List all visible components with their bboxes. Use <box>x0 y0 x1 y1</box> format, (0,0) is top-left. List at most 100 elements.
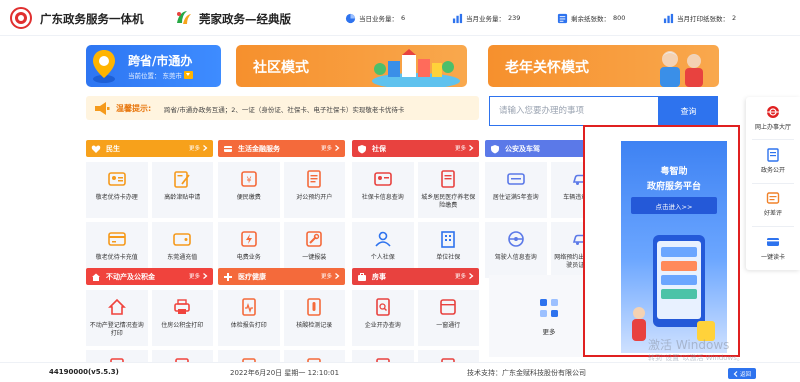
window-icon <box>440 299 457 315</box>
person-icon <box>375 231 391 247</box>
elderly-couple-illustration-icon <box>660 51 703 87</box>
card-icon <box>506 173 525 185</box>
edition-title: 莞家政务—经典版 <box>199 12 291 26</box>
rating-icon <box>766 192 780 204</box>
section-real-estate-fund-more[interactable]: 更多 <box>189 272 208 280</box>
report-icon <box>241 298 256 316</box>
version-label: 44190000(v5.5.3) <box>49 368 119 376</box>
yuezhizhu-ad-panel[interactable]: 粤智助 政府服务平台 点击进入>> <box>583 125 740 357</box>
top-bar: 广东政务服务一体机 莞家政务—经典版 当日业务量： 6 当月业务量： 239 剩余纸… <box>0 0 800 36</box>
medical-cross-icon <box>224 272 232 281</box>
elderly-mode-label: 老年关怀模式 <box>505 60 589 76</box>
section-medical-health-more[interactable]: 更多 <box>321 272 340 280</box>
pen-form-icon <box>174 171 190 188</box>
tips-label: 温馨提示: <box>116 104 152 113</box>
tile-utility-payment[interactable]: ¥ 便民缴费 <box>218 162 280 218</box>
shield-icon <box>358 144 366 153</box>
sidebar-divider <box>752 226 794 227</box>
card-icon <box>107 232 126 246</box>
tile-housing-fund-print[interactable]: 住房公积金打印 <box>151 290 213 346</box>
tile-senior-allowance[interactable]: 高龄津贴申请 <box>151 162 213 218</box>
tile-elderly-card-apply[interactable]: 敬老优待卡办理 <box>86 162 148 218</box>
section-life-finance-more[interactable]: 更多 <box>321 144 340 152</box>
bar-chart-icon <box>452 13 463 23</box>
pie-chart-icon <box>345 13 356 23</box>
current-location[interactable]: 当前位置： 东莞市 <box>128 70 193 80</box>
tile-social-card-query[interactable]: 社保卡信息查询 <box>352 162 414 218</box>
chevron-down-icon[interactable] <box>184 71 193 79</box>
tips-banner: 温馨提示: 跨省/市通办政务互通；2、一证（身份证、社保卡、电子社保卡）实现敬老… <box>86 96 479 120</box>
tile-corporate-account[interactable]: 对公预约开户 <box>283 162 345 218</box>
steering-wheel-icon <box>507 231 524 247</box>
back-button[interactable]: 返回 <box>728 368 756 379</box>
section-life-finance: 生活金融服务 更多 ¥ 便民缴费 对公预约开户 电费业务 一键报装 <box>218 140 345 278</box>
section-social-security-header: 社保 更多 <box>352 140 479 157</box>
document-search-icon <box>375 298 390 316</box>
svg-text:¥: ¥ <box>246 176 251 185</box>
shield-icon <box>491 144 499 153</box>
yuezhizhu-ad-graphic: 粤智助 政府服务平台 点击进入>> <box>621 141 727 353</box>
ad-enter-button[interactable]: 点击进入>> <box>631 197 717 214</box>
map-pin-icon <box>93 50 115 83</box>
tile-checkup-report[interactable]: 体检报告打印 <box>218 290 280 346</box>
bar-chart-icon <box>663 13 674 23</box>
section-medical-health-header: 医疗健康 更多 <box>218 268 345 285</box>
tile-property-registration[interactable]: 不动产登记情况查询打印 <box>86 290 148 346</box>
cross-city-service-card[interactable]: 跨省/市通办 当前位置： 东莞市 <box>86 45 221 87</box>
sidebar-item-online-hall[interactable]: 网上办事大厅 <box>746 99 800 137</box>
house-icon <box>92 273 100 281</box>
chevron-right-icon <box>469 145 474 151</box>
chevron-right-icon <box>335 273 340 279</box>
finance-icon <box>224 145 232 152</box>
section-life-finance-header: 生活金融服务 更多 <box>218 140 345 157</box>
bill-icon: ¥ <box>240 171 257 187</box>
section-business-affairs-more[interactable]: 更多 <box>455 272 474 280</box>
tile-one-window[interactable]: 一窗通行 <box>417 290 479 346</box>
section-livelihood: 民生 更多 敬老优待卡办理 高龄津贴申请 敬老优待卡充值 东莞通充值 <box>86 140 213 278</box>
community-illustration-icon <box>372 49 460 87</box>
tile-driver-info[interactable]: 驾驶人信息查询 <box>485 222 547 278</box>
megaphone-icon <box>95 102 110 115</box>
back-arrow-icon <box>733 370 738 377</box>
wallet-icon <box>173 233 192 246</box>
community-mode-card[interactable]: 社区模式 <box>236 45 467 87</box>
card-icon <box>767 238 779 246</box>
grid-icon <box>540 299 558 317</box>
search-button[interactable]: 查询 <box>659 96 718 126</box>
section-social-security-more[interactable]: 更多 <box>455 144 474 152</box>
ad-subtitle: 政府服务平台 <box>646 182 701 192</box>
tile-resident-insurance[interactable]: 城乡居民医疗养老保险缴费 <box>417 162 479 218</box>
section-livelihood-header: 民生 更多 <box>86 140 213 157</box>
printer-icon <box>174 299 191 314</box>
elderly-mode-card[interactable]: 老年关怀模式 <box>488 45 719 87</box>
wrench-icon <box>306 231 323 247</box>
globe-icon <box>767 106 779 118</box>
app-title: 广东政务服务一体机 <box>40 12 144 26</box>
search-input[interactable] <box>489 96 659 126</box>
stat-paper-remaining: 剩余纸张数： 800 <box>557 11 625 25</box>
stat-monthly-print: 当月打印纸张数： 2 <box>663 11 736 25</box>
briefcase-icon <box>358 272 366 281</box>
sidebar-item-gov-affairs[interactable]: 政务公开 <box>746 142 800 180</box>
right-sidebar: 网上办事大厅 政务公开 好差评 一键读卡 <box>746 97 800 270</box>
sidebar-item-read-card[interactable]: 一键读卡 <box>746 229 800 267</box>
tile-residence-permit[interactable]: 居住证满5年查询 <box>485 162 547 218</box>
heart-icon <box>91 144 101 153</box>
datetime-label: 2022年6月20日 星期一 12:10:01 <box>230 369 340 377</box>
phone-illustration-icon <box>632 235 715 341</box>
document-icon <box>767 148 779 162</box>
tile-nucleic-test[interactable]: 核酸检测记录 <box>283 290 345 346</box>
chevron-right-icon <box>335 145 340 151</box>
lightning-icon <box>240 231 257 247</box>
guangdong-emblem-logo <box>10 7 32 29</box>
tile-enterprise-query[interactable]: 企业开办查询 <box>352 290 414 346</box>
sidebar-item-rating[interactable]: 好差评 <box>746 185 800 223</box>
building-icon <box>441 231 456 248</box>
section-business-affairs-header: 房事 更多 <box>352 268 479 285</box>
section-livelihood-more[interactable]: 更多 <box>189 144 208 152</box>
test-tube-icon <box>307 298 322 316</box>
section-social-security: 社保 更多 社保卡信息查询 城乡居民医疗养老保险缴费 个人社保 单位社保 <box>352 140 479 278</box>
id-card-icon <box>107 172 126 186</box>
ad-title: 粤智助 <box>660 167 688 177</box>
document-icon <box>307 170 322 188</box>
